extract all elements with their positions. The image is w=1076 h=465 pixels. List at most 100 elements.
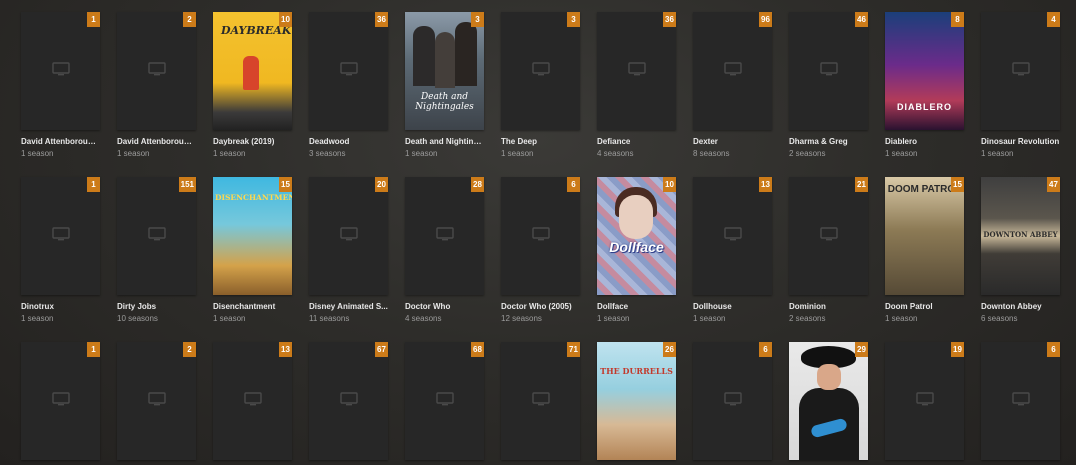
show-title[interactable]: Death and Nighting... bbox=[405, 137, 484, 146]
show-card[interactable]: 2 bbox=[117, 342, 196, 460]
show-title[interactable]: David Attenborough... bbox=[117, 137, 196, 146]
show-card[interactable]: DIABLERO 8 Diablero 1 season bbox=[885, 12, 964, 158]
show-card[interactable]: Death and Nightingales 3 Death and Nightin… bbox=[405, 12, 484, 158]
season-count: 10 seasons bbox=[117, 314, 158, 323]
show-title[interactable]: Defiance bbox=[597, 137, 676, 146]
show-card[interactable]: DOOM PATROL 15 Doom Patrol 1 season bbox=[885, 177, 964, 323]
show-card[interactable]: 6 bbox=[693, 342, 772, 460]
show-card[interactable]: 1 Dinotrux 1 season bbox=[21, 177, 100, 323]
show-card[interactable]: 2 David Attenborough... 1 season bbox=[117, 12, 196, 158]
show-card[interactable]: 67 bbox=[309, 342, 388, 460]
show-title[interactable]: Dexter bbox=[693, 137, 772, 146]
show-title[interactable]: The Deep bbox=[501, 137, 580, 146]
show-poster[interactable]: 36 bbox=[309, 12, 388, 130]
show-card[interactable]: 36 Defiance 4 seasons bbox=[597, 12, 676, 158]
show-card[interactable]: 151 Dirty Jobs 10 seasons bbox=[117, 177, 196, 323]
show-title[interactable]: Dinosaur Revolution bbox=[981, 137, 1060, 146]
show-card[interactable]: DISENCHANTMENT15 Disenchantment 1 season bbox=[213, 177, 292, 323]
show-poster[interactable]: 13 bbox=[213, 342, 292, 460]
show-title[interactable]: Daybreak (2019) bbox=[213, 137, 292, 146]
show-poster[interactable]: 67 bbox=[309, 342, 388, 460]
tv-placeholder-icon bbox=[1011, 62, 1030, 76]
show-card[interactable]: 19 bbox=[885, 342, 964, 460]
show-poster[interactable]: DOWNTON ABBEY 47 bbox=[981, 177, 1060, 295]
show-title[interactable]: Doom Patrol bbox=[885, 302, 964, 311]
show-card[interactable]: DOWNTON ABBEY 47 Downton Abbey 6 seasons bbox=[981, 177, 1060, 323]
show-title[interactable]: David Attenborough... bbox=[21, 137, 100, 146]
season-count: 1 season bbox=[693, 314, 726, 323]
show-title[interactable]: Dinotrux bbox=[21, 302, 100, 311]
show-title[interactable]: Dominion bbox=[789, 302, 868, 311]
show-card[interactable]: 29 bbox=[789, 342, 868, 460]
show-card[interactable]: 3 The Deep 1 season bbox=[501, 12, 580, 158]
show-poster[interactable]: 3 bbox=[501, 12, 580, 130]
show-poster[interactable]: 21 bbox=[789, 177, 868, 295]
show-card[interactable]: 21 Dominion 2 seasons bbox=[789, 177, 868, 323]
show-card[interactable]: 4 Dinosaur Revolution 1 season bbox=[981, 12, 1060, 158]
show-title[interactable]: Disney Animated S... bbox=[309, 302, 388, 311]
unwatched-count-badge: 19 bbox=[951, 342, 964, 357]
show-poster[interactable]: 29 bbox=[789, 342, 868, 460]
poster-row: 1 David Attenborough... 1 season 2 David Att… bbox=[21, 12, 1060, 158]
show-card[interactable]: 46 Dharma & Greg 2 seasons bbox=[789, 12, 868, 158]
show-title[interactable]: Diablero bbox=[885, 137, 964, 146]
unwatched-count-badge: 6 bbox=[759, 342, 772, 357]
show-card[interactable]: 1 bbox=[21, 342, 100, 460]
show-poster[interactable]: 1 bbox=[21, 12, 100, 130]
show-poster[interactable]: THE DURRELLS 26 bbox=[597, 342, 676, 460]
show-title[interactable]: Deadwood bbox=[309, 137, 388, 146]
show-poster[interactable]: DISENCHANTMENT15 bbox=[213, 177, 292, 295]
show-card[interactable]: 13 Dollhouse 1 season bbox=[693, 177, 772, 323]
show-card[interactable]: THE DURRELLS 26 bbox=[597, 342, 676, 460]
poster-art: THE DURRELLS bbox=[597, 342, 676, 460]
show-poster[interactable]: 6 bbox=[501, 177, 580, 295]
show-card[interactable]: DAYBREAK 10 Daybreak (2019) 1 season bbox=[213, 12, 292, 158]
show-poster[interactable]: DAYBREAK 10 bbox=[213, 12, 292, 130]
tv-placeholder-icon bbox=[1011, 392, 1030, 406]
show-poster[interactable]: 20 bbox=[309, 177, 388, 295]
poster-art-text: THE DURRELLS bbox=[600, 366, 673, 376]
show-title[interactable]: Downton Abbey bbox=[981, 302, 1060, 311]
show-card[interactable]: 36 Deadwood 3 seasons bbox=[309, 12, 388, 158]
show-poster[interactable]: 1 bbox=[21, 177, 100, 295]
show-poster[interactable]: 6 bbox=[693, 342, 772, 460]
show-poster[interactable]: Dollface 10 bbox=[597, 177, 676, 295]
show-card[interactable]: 6 Doctor Who (2005) 12 seasons bbox=[501, 177, 580, 323]
show-card[interactable]: 96 Dexter 8 seasons bbox=[693, 12, 772, 158]
show-poster[interactable]: 19 bbox=[885, 342, 964, 460]
show-title[interactable]: Dirty Jobs bbox=[117, 302, 196, 311]
show-poster[interactable]: 13 bbox=[693, 177, 772, 295]
show-card[interactable]: 1 David Attenborough... 1 season bbox=[21, 12, 100, 158]
show-poster[interactable]: 6 bbox=[981, 342, 1060, 460]
show-title[interactable]: Doctor Who bbox=[405, 302, 484, 311]
show-card[interactable]: 20 Disney Animated S... 11 seasons bbox=[309, 177, 388, 323]
show-poster[interactable]: 4 bbox=[981, 12, 1060, 130]
tv-placeholder-icon bbox=[723, 62, 742, 76]
show-card[interactable]: 28 Doctor Who 4 seasons bbox=[405, 177, 484, 323]
show-poster[interactable]: Death and Nightingales 3 bbox=[405, 12, 484, 130]
show-poster[interactable]: 36 bbox=[597, 12, 676, 130]
show-title[interactable]: Dharma & Greg bbox=[789, 137, 868, 146]
show-title[interactable]: Dollface bbox=[597, 302, 676, 311]
show-card[interactable]: 6 bbox=[981, 342, 1060, 460]
show-title[interactable]: Doctor Who (2005) bbox=[501, 302, 580, 311]
show-poster[interactable]: 68 bbox=[405, 342, 484, 460]
show-poster[interactable]: 46 bbox=[789, 12, 868, 130]
show-card[interactable]: Dollface 10 Dollface 1 season bbox=[597, 177, 676, 323]
show-poster[interactable]: 2 bbox=[117, 12, 196, 130]
show-title[interactable]: Dollhouse bbox=[693, 302, 772, 311]
unwatched-count-badge: 13 bbox=[759, 177, 772, 192]
show-title[interactable]: Disenchantment bbox=[213, 302, 292, 311]
show-poster[interactable]: 96 bbox=[693, 12, 772, 130]
show-poster[interactable]: DOOM PATROL 15 bbox=[885, 177, 964, 295]
show-poster[interactable]: 71 bbox=[501, 342, 580, 460]
show-poster[interactable]: 1 bbox=[21, 342, 100, 460]
unwatched-count-badge: 3 bbox=[471, 12, 484, 27]
show-poster[interactable]: 2 bbox=[117, 342, 196, 460]
show-card[interactable]: 13 bbox=[213, 342, 292, 460]
show-poster[interactable]: 28 bbox=[405, 177, 484, 295]
show-card[interactable]: 68 bbox=[405, 342, 484, 460]
show-card[interactable]: 71 bbox=[501, 342, 580, 460]
show-poster[interactable]: DIABLERO 8 bbox=[885, 12, 964, 130]
show-poster[interactable]: 151 bbox=[117, 177, 196, 295]
